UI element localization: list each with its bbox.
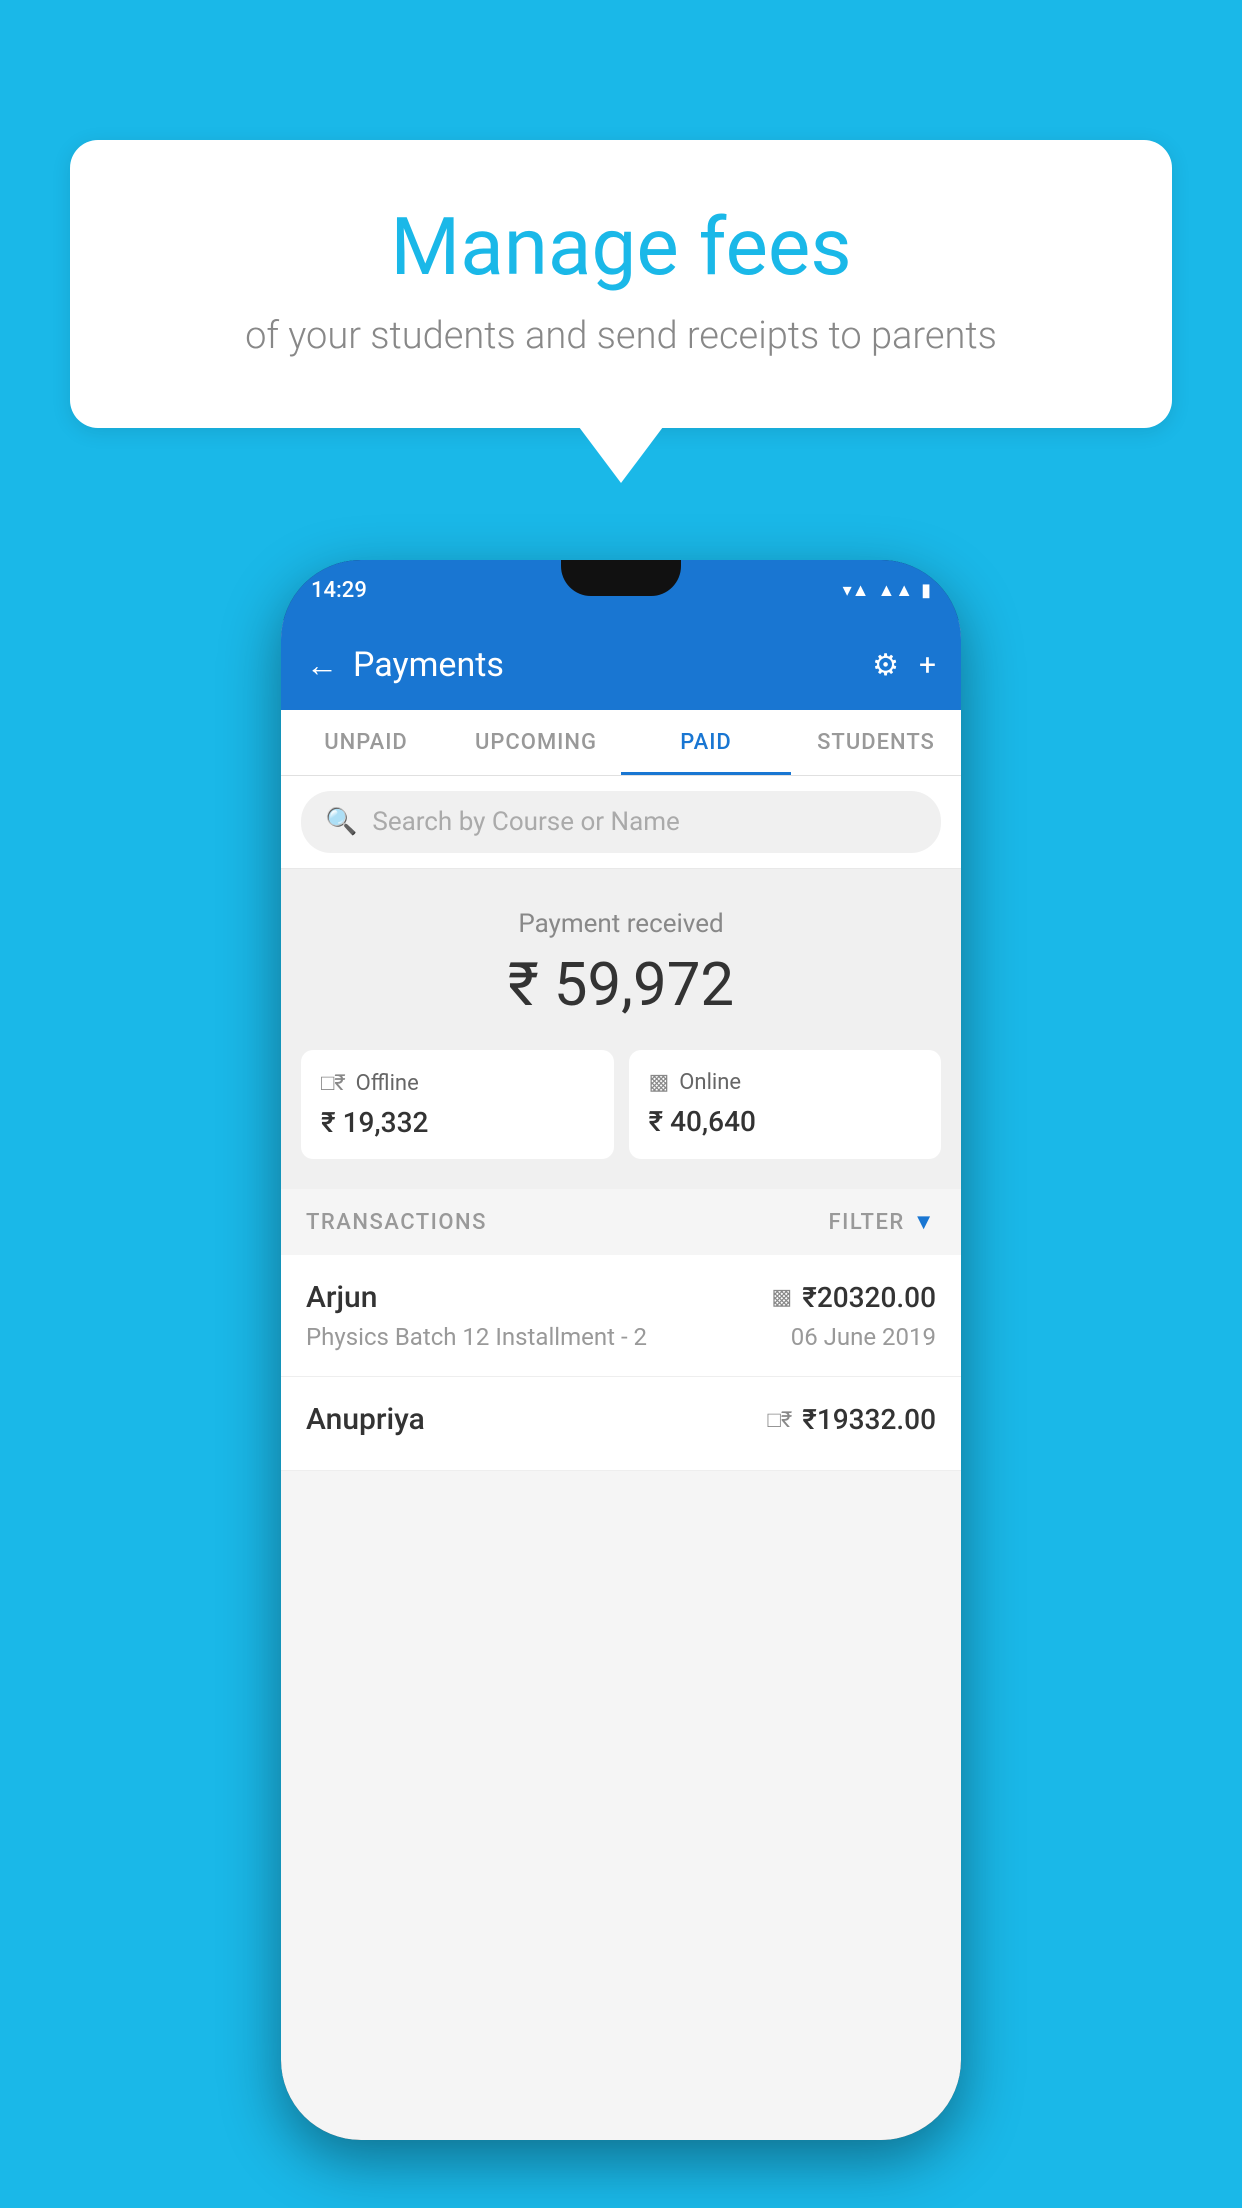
- transaction-name: Anupriya: [306, 1402, 425, 1437]
- wifi-icon: ▾▲: [843, 580, 870, 601]
- transaction-bottom: Physics Batch 12 Installment - 2 06 June…: [306, 1323, 936, 1351]
- offline-label: Offline: [356, 1071, 419, 1096]
- transaction-amount-container: ▩ ₹20320.00: [771, 1281, 936, 1314]
- speech-bubble-subtitle: of your students and send receipts to pa…: [120, 314, 1122, 358]
- transaction-name: Arjun: [306, 1280, 377, 1315]
- online-label: Online: [679, 1070, 741, 1095]
- transaction-online-icon: ▩: [771, 1285, 792, 1310]
- speech-bubble-container: Manage fees of your students and send re…: [70, 140, 1172, 428]
- payment-cards: □₹ Offline ₹ 19,332 ▩ Online ₹ 40,640: [301, 1050, 941, 1159]
- offline-icon: □₹: [321, 1070, 346, 1096]
- transaction-amount: ₹19332.00: [802, 1403, 936, 1436]
- tab-paid[interactable]: PAID: [621, 710, 791, 775]
- offline-payment-card: □₹ Offline ₹ 19,332: [301, 1050, 614, 1159]
- transaction-top: Anupriya □₹ ₹19332.00: [306, 1402, 936, 1437]
- transaction-course: Physics Batch 12 Installment - 2: [306, 1323, 647, 1351]
- header-left: ← Payments: [306, 645, 504, 685]
- transactions-label: TRANSACTIONS: [306, 1210, 487, 1235]
- tab-students[interactable]: STUDENTS: [791, 710, 961, 775]
- app-header: ← Payments ⚙ +: [281, 620, 961, 710]
- speech-bubble: Manage fees of your students and send re…: [70, 140, 1172, 428]
- transaction-top: Arjun ▩ ₹20320.00: [306, 1280, 936, 1315]
- transaction-amount: ₹20320.00: [802, 1281, 936, 1314]
- online-payment-card: ▩ Online ₹ 40,640: [629, 1050, 942, 1159]
- payment-total-amount: ₹ 59,972: [301, 949, 941, 1020]
- battery-icon: ▮: [921, 580, 931, 601]
- filter-icon: ▼: [913, 1209, 936, 1235]
- signal-icon: ▲▲: [877, 580, 913, 601]
- header-right: ⚙ +: [872, 648, 936, 683]
- transaction-row[interactable]: Anupriya □₹ ₹19332.00: [281, 1377, 961, 1471]
- settings-icon[interactable]: ⚙: [872, 648, 899, 683]
- transaction-offline-icon: □₹: [768, 1407, 793, 1433]
- page-title: Payments: [353, 645, 504, 685]
- transaction-row[interactable]: Arjun ▩ ₹20320.00 Physics Batch 12 Insta…: [281, 1255, 961, 1377]
- status-icons: ▾▲ ▲▲ ▮: [843, 580, 931, 601]
- payment-summary: Payment received ₹ 59,972 □₹ Offline ₹ 1…: [281, 869, 961, 1189]
- offline-amount: ₹ 19,332: [321, 1106, 594, 1139]
- search-input[interactable]: Search by Course or Name: [372, 807, 679, 837]
- add-icon[interactable]: +: [919, 648, 936, 683]
- search-bar[interactable]: 🔍 Search by Course or Name: [301, 791, 941, 853]
- tabs-container: UNPAID UPCOMING PAID STUDENTS: [281, 710, 961, 776]
- notch: [561, 560, 681, 596]
- status-time: 14:29: [311, 578, 367, 603]
- back-button[interactable]: ←: [306, 646, 338, 684]
- online-amount: ₹ 40,640: [649, 1105, 922, 1138]
- tab-unpaid[interactable]: UNPAID: [281, 710, 451, 775]
- payment-received-label: Payment received: [301, 909, 941, 939]
- tab-upcoming[interactable]: UPCOMING: [451, 710, 621, 775]
- transaction-date: 06 June 2019: [791, 1323, 936, 1351]
- status-bar: 14:29 ▾▲ ▲▲ ▮: [281, 560, 961, 620]
- online-card-header: ▩ Online: [649, 1070, 922, 1095]
- online-icon: ▩: [649, 1070, 670, 1095]
- filter-button[interactable]: FILTER ▼: [828, 1209, 936, 1235]
- search-container: 🔍 Search by Course or Name: [281, 776, 961, 869]
- search-icon: 🔍: [325, 807, 357, 837]
- transaction-amount-container: □₹ ₹19332.00: [768, 1403, 936, 1436]
- phone-frame: 14:29 ▾▲ ▲▲ ▮ ← Payments ⚙ + UNPAID: [281, 560, 961, 2140]
- transactions-header: TRANSACTIONS FILTER ▼: [281, 1189, 961, 1255]
- app-screen: ← Payments ⚙ + UNPAID UPCOMING PAID STUD…: [281, 620, 961, 2140]
- speech-bubble-title: Manage fees: [120, 200, 1122, 294]
- offline-card-header: □₹ Offline: [321, 1070, 594, 1096]
